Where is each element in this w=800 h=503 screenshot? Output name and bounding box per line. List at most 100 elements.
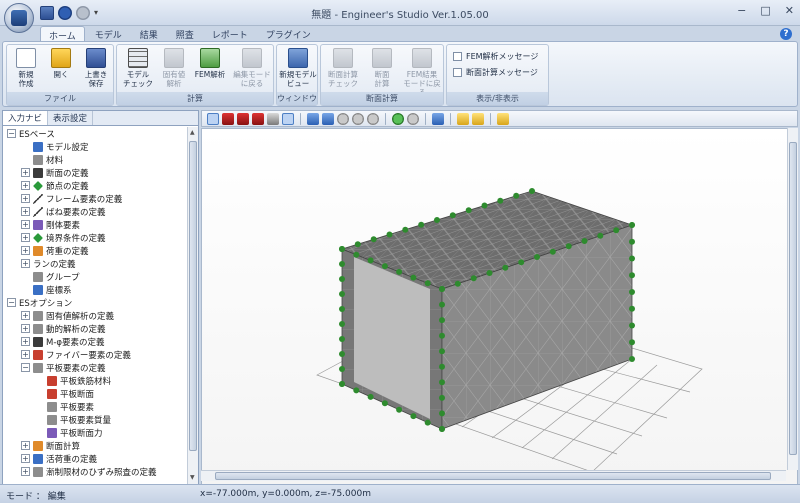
tree-node[interactable]: + 断面の定義 [3, 166, 188, 179]
tab-plugin[interactable]: プラグイン [258, 26, 319, 42]
scroll-thumb[interactable] [189, 141, 197, 451]
fit-view-icon[interactable] [207, 112, 219, 125]
tab-display-settings[interactable]: 表示設定 [48, 111, 94, 125]
expand-icon[interactable]: + [21, 259, 30, 268]
search-icon[interactable] [497, 112, 509, 125]
collapse-icon[interactable]: − [21, 363, 30, 372]
expand-icon[interactable]: + [21, 454, 30, 463]
tree-scrollbar[interactable]: ▲ ▼ [187, 127, 198, 484]
reset-icon[interactable] [367, 112, 379, 125]
scroll-down-icon[interactable]: ▼ [190, 475, 196, 481]
tree-node[interactable]: + 漸制限材のひずみ照査の定義 [3, 465, 188, 478]
tree-node[interactable]: + 固有値解析の定義 [3, 309, 188, 322]
tree-node[interactable]: − ESベース [3, 127, 188, 140]
tree-node[interactable]: 平板要素 [3, 400, 188, 413]
view-perspective-icon[interactable] [282, 112, 294, 125]
label-icon[interactable] [457, 112, 469, 125]
rotate-icon[interactable] [337, 112, 349, 125]
expand-icon[interactable]: + [21, 350, 30, 359]
expand-icon[interactable]: + [21, 337, 30, 346]
fem-result-mode-button[interactable]: FEM結果 モードに戻る [401, 48, 443, 97]
tree-node[interactable]: + 断面計算 [3, 439, 188, 452]
minimize-button[interactable]: − [737, 4, 746, 17]
view-iso-icon[interactable] [267, 112, 279, 125]
tab-results[interactable]: 結果 [132, 26, 166, 42]
expand-icon[interactable]: + [21, 324, 30, 333]
fem-analysis-button[interactable]: FEM解析 [193, 48, 227, 93]
section-calc-button[interactable]: 断面 計算 [365, 48, 399, 93]
tab-model[interactable]: モデル [87, 26, 130, 42]
expand-icon[interactable]: + [21, 181, 30, 190]
help-icon[interactable]: ? [780, 28, 792, 40]
tab-input-navi[interactable]: 入力ナビ [3, 111, 49, 125]
tree-node[interactable]: 平板断面力 [3, 426, 188, 439]
viewport-vscrollbar[interactable] [787, 128, 798, 470]
section-check-button[interactable]: 断面計算 チェック [323, 48, 363, 93]
tree-node[interactable]: + フレーム要素の定義 [3, 192, 188, 205]
expand-icon[interactable]: + [21, 311, 30, 320]
tab-home[interactable]: ホーム [40, 26, 85, 42]
tree-node[interactable]: 材料 [3, 153, 188, 166]
expand-icon[interactable]: + [21, 233, 30, 242]
viewport-hscrollbar[interactable] [201, 470, 786, 481]
collapse-icon[interactable]: − [7, 298, 16, 307]
view-front-icon[interactable] [222, 112, 234, 125]
view-side-icon[interactable] [237, 112, 249, 125]
forward-icon[interactable] [407, 112, 419, 125]
expand-icon[interactable]: + [21, 207, 30, 216]
tree-node[interactable]: − ESオプション [3, 296, 188, 309]
tree-node[interactable]: 座標系 [3, 283, 188, 296]
tree-node[interactable]: 平板断面 [3, 387, 188, 400]
tree-node[interactable]: 平板鉄筋材料 [3, 374, 188, 387]
legend-icon[interactable] [472, 112, 484, 125]
scroll-up-icon[interactable]: ▲ [190, 130, 196, 136]
tree-node[interactable]: + 境界条件の定義 [3, 231, 188, 244]
tree-node[interactable]: + 剛体要素 [3, 218, 188, 231]
tree-node[interactable]: モデル設定 [3, 140, 188, 153]
expand-icon[interactable]: + [21, 194, 30, 203]
select-icon[interactable] [432, 112, 444, 125]
tree-node[interactable]: + 動的解析の定義 [3, 322, 188, 335]
node-point [370, 236, 377, 243]
tree-node[interactable]: 平板要素質量 [3, 413, 188, 426]
new-model-view-button[interactable]: 新規モデル ビュー [279, 48, 317, 93]
back-icon[interactable] [392, 112, 404, 125]
tree-node[interactable]: + 活荷重の定義 [3, 452, 188, 465]
tree-node[interactable]: − 平板要素の定義 [3, 361, 188, 374]
zoom-window-icon[interactable] [307, 112, 319, 125]
zoom-out-icon[interactable] [322, 112, 334, 125]
tab-report[interactable]: レポート [204, 26, 256, 42]
tree-node[interactable]: + 荷重の定義 [3, 244, 188, 257]
section-message-checkbox[interactable]: 断面計算メッセージ [453, 67, 538, 78]
tab-verification[interactable]: 照査 [168, 26, 202, 42]
new-button[interactable]: 新規 作成 [9, 48, 43, 93]
tree-node[interactable]: + ランの定義 [3, 257, 188, 270]
tree-node[interactable]: + ファイバー要素の定義 [3, 348, 188, 361]
application-menu-button[interactable] [4, 3, 34, 33]
eigen-analysis-button[interactable]: 固有値 解析 [157, 48, 191, 93]
save-button[interactable]: 上書き 保存 [79, 48, 113, 93]
open-button[interactable]: 開く [44, 48, 78, 93]
tree-node-label: 動的解析の定義 [46, 324, 106, 335]
tree-node[interactable]: + M-φ要素の定義 [3, 335, 188, 348]
viewport-vscroll-thumb[interactable] [789, 142, 797, 455]
expand-icon[interactable]: + [21, 168, 30, 177]
view-top-icon[interactable] [252, 112, 264, 125]
ribbon-group-caption: ウィンドウ [277, 92, 317, 105]
viewport-hscroll-thumb[interactable] [215, 472, 771, 480]
tree-node[interactable]: グループ [3, 270, 188, 283]
edit-mode-button[interactable]: 編集モード に戻る [231, 48, 273, 93]
tree-node[interactable]: + 節点の定義 [3, 179, 188, 192]
expand-icon[interactable]: + [21, 246, 30, 255]
expand-icon[interactable]: + [21, 220, 30, 229]
expand-icon[interactable]: + [21, 441, 30, 450]
tree-node[interactable]: + ばね要素の定義 [3, 205, 188, 218]
expand-icon[interactable]: + [21, 467, 30, 476]
close-button[interactable]: ✕ [785, 4, 794, 17]
model-check-button[interactable]: モデル チェック [121, 48, 155, 93]
fem-message-checkbox[interactable]: FEM解析メッセージ [453, 51, 538, 62]
maximize-button[interactable]: □ [760, 4, 770, 17]
model-viewport[interactable] [201, 128, 798, 485]
pan-icon[interactable] [352, 112, 364, 125]
collapse-icon[interactable]: − [7, 129, 16, 138]
